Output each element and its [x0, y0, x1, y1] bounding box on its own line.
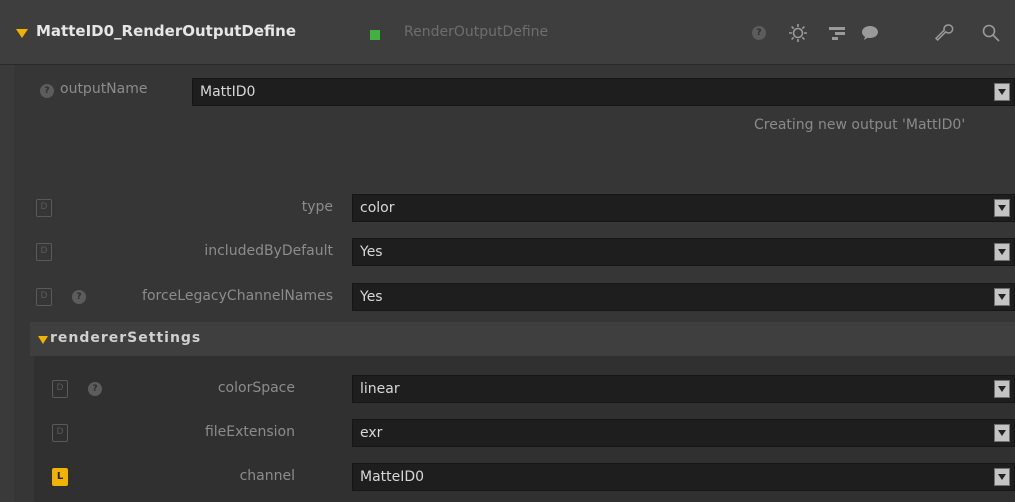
output-name-label: outputName — [60, 81, 148, 97]
node-name[interactable]: MatteID0_RenderOutputDefine — [36, 22, 296, 40]
renderer-settings-title[interactable]: rendererSettings — [50, 330, 201, 346]
channel-value: MatteID0 — [360, 469, 425, 485]
help-icon[interactable]: ? — [746, 22, 772, 44]
output-name-value: MattID0 — [200, 84, 256, 100]
legacy-help-icon[interactable]: ? — [72, 290, 86, 304]
included-by-default-label: includedByDefault — [204, 243, 333, 259]
collapse-arrow-icon[interactable] — [16, 29, 28, 38]
output-name-help-icon[interactable]: ? — [40, 84, 54, 98]
included-default-badge[interactable]: D — [36, 243, 52, 261]
force-legacy-dropdown[interactable]: Yes — [352, 283, 1015, 311]
color-space-dropdown-arrow-icon[interactable] — [994, 380, 1010, 398]
output-name-field[interactable]: MattID0 — [192, 78, 1015, 106]
file-extension-dropdown[interactable]: exr — [352, 419, 1015, 447]
file-extension-default-badge[interactable]: D — [52, 424, 68, 442]
channel-dropdown-arrow-icon[interactable] — [994, 468, 1010, 486]
channel-dropdown[interactable]: MatteID0 — [352, 463, 1015, 491]
comment-icon[interactable] — [857, 22, 883, 44]
force-legacy-value: Yes — [360, 289, 383, 305]
node-type: RenderOutputDefine — [404, 24, 549, 40]
included-by-default-dropdown[interactable]: Yes — [352, 238, 1015, 266]
file-extension-value: exr — [360, 425, 383, 441]
file-extension-label: fileExtension — [204, 424, 295, 440]
file-extension-dropdown-arrow-icon[interactable] — [994, 424, 1010, 442]
legacy-dropdown-arrow-icon[interactable] — [994, 288, 1010, 306]
type-dropdown-arrow-icon[interactable] — [994, 199, 1010, 217]
color-space-help-icon[interactable]: ? — [88, 382, 102, 396]
color-space-value: linear — [360, 381, 400, 397]
settings-gear-icon[interactable] — [785, 22, 811, 44]
type-dropdown[interactable]: color — [352, 194, 1015, 222]
type-value: color — [360, 200, 395, 216]
force-legacy-channel-names-label: forceLegacyChannelNames — [142, 288, 333, 304]
node-graph-icon[interactable] — [824, 22, 850, 44]
channel-label: channel — [239, 468, 295, 484]
type-label: type — [301, 199, 333, 215]
color-space-dropdown[interactable]: linear — [352, 375, 1015, 403]
included-dropdown-arrow-icon[interactable] — [994, 243, 1010, 261]
wrench-icon[interactable] — [930, 22, 956, 44]
search-icon[interactable] — [978, 22, 1004, 44]
section-collapse-arrow-icon[interactable] — [38, 336, 48, 344]
output-name-dropdown-arrow-icon[interactable] — [994, 83, 1010, 101]
status-indicator — [370, 30, 380, 40]
color-space-default-badge[interactable]: D — [52, 380, 68, 398]
color-space-label: colorSpace — [217, 380, 295, 396]
included-by-default-value: Yes — [360, 244, 383, 260]
channel-local-badge[interactable]: L — [52, 468, 68, 486]
type-default-badge[interactable]: D — [36, 199, 52, 217]
output-status-message: Creating new output 'MattID0' — [754, 117, 966, 133]
legacy-default-badge[interactable]: D — [36, 288, 52, 306]
